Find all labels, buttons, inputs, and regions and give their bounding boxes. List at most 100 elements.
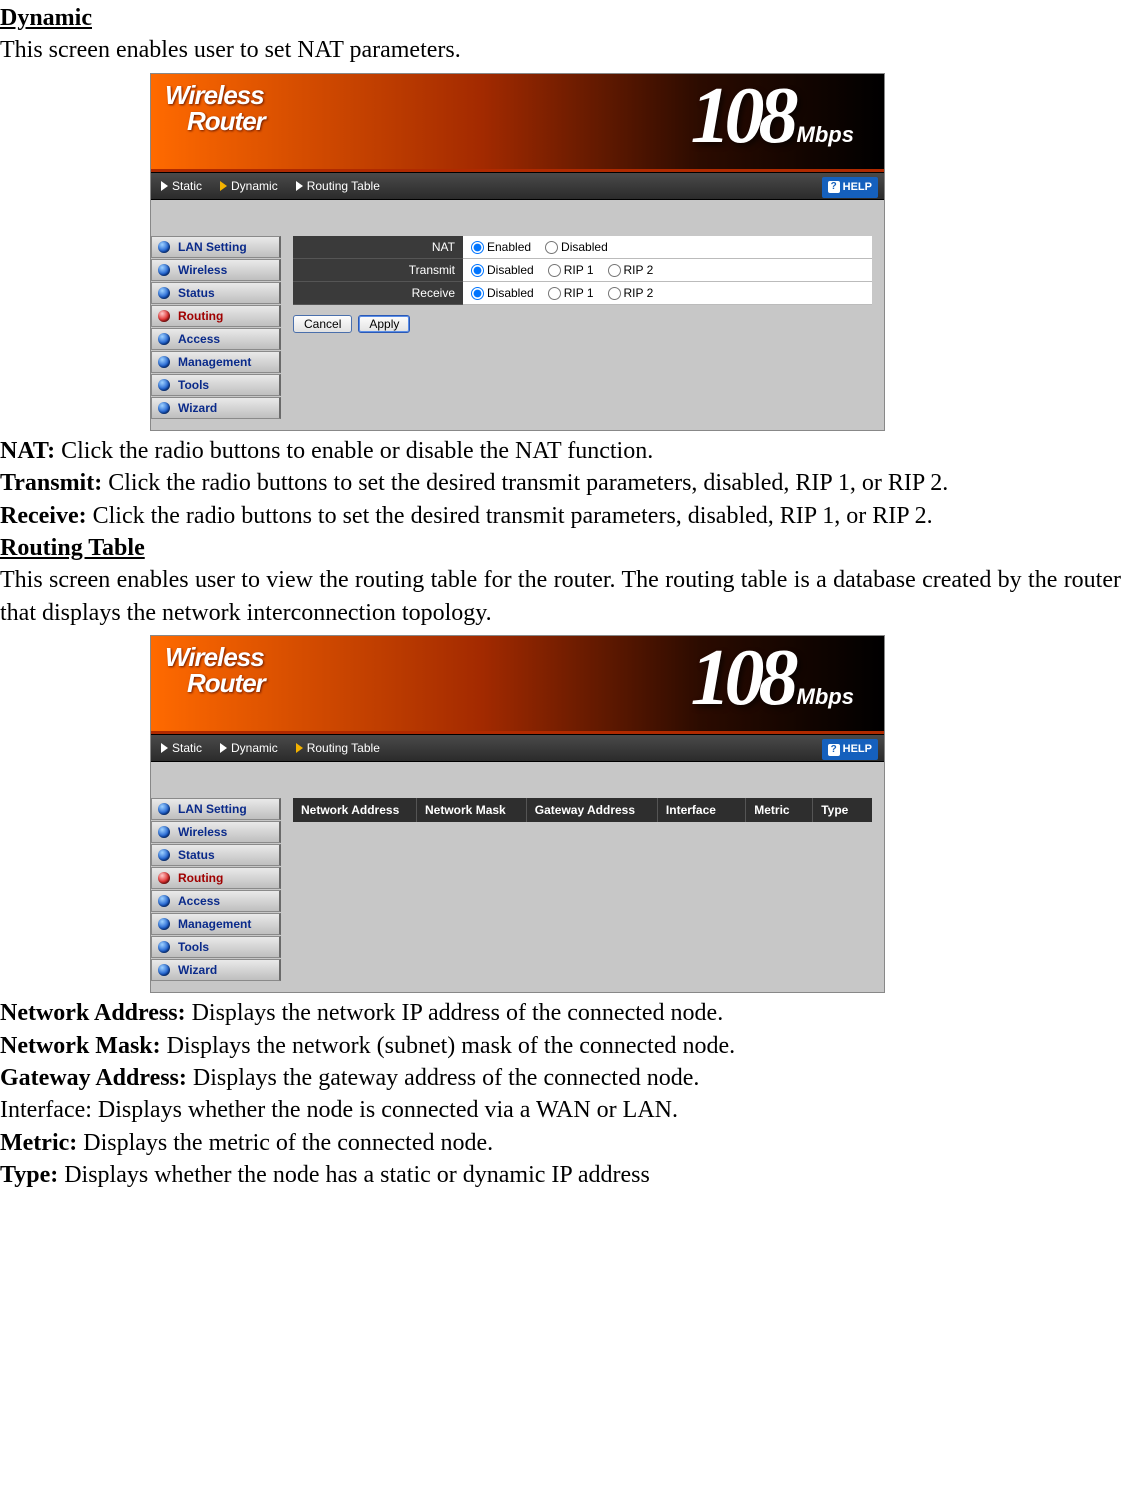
description-term: Type:	[0, 1162, 58, 1188]
sidebar-item-label: Wireless	[178, 262, 227, 278]
main-area-routing-table: Network AddressNetwork MaskGateway Addre…	[281, 762, 884, 992]
dynamic-form-table: NATEnabledDisabledTransmitDisabledRIP 1R…	[293, 236, 872, 306]
radio-option[interactable]: RIP 2	[608, 286, 654, 300]
radio-input[interactable]	[471, 241, 484, 254]
top-nav: Static Dynamic Routing Table ?HELP	[151, 172, 884, 200]
radio-input[interactable]	[471, 287, 484, 300]
top-nav: Static Dynamic Routing Table ?HELP	[151, 734, 884, 762]
bullet-icon	[158, 918, 170, 930]
button-row: Cancel Apply	[293, 315, 872, 333]
help-button[interactable]: ?HELP	[822, 739, 878, 760]
sidebar-item-access[interactable]: Access	[151, 328, 281, 350]
description-line: Transmit: Click the radio buttons to set…	[0, 467, 1121, 499]
sidebar-item-label: Status	[178, 847, 215, 863]
triangle-icon	[296, 181, 303, 191]
radio-option[interactable]: RIP 1	[548, 263, 594, 277]
sidebar-item-wireless[interactable]: Wireless	[151, 259, 281, 281]
tab-dynamic[interactable]: Dynamic	[220, 178, 278, 194]
speed-unit: Mbps	[797, 120, 854, 150]
router-logo: Wireless Router	[165, 644, 265, 696]
sidebar-item-routing[interactable]: Routing	[151, 305, 281, 327]
sidebar-item-status[interactable]: Status	[151, 844, 281, 866]
tab-label: Static	[172, 740, 202, 756]
column-header: Metric	[746, 798, 813, 822]
sidebar-item-wizard[interactable]: Wizard	[151, 959, 281, 981]
help-icon: ?	[828, 744, 840, 756]
main-area-dynamic: NATEnabledDisabledTransmitDisabledRIP 1R…	[281, 200, 884, 430]
sidebar-item-access[interactable]: Access	[151, 890, 281, 912]
radio-option[interactable]: Disabled	[471, 286, 534, 300]
sidebar-item-label: Access	[178, 893, 220, 909]
radio-input[interactable]	[471, 264, 484, 277]
description-line: Receive: Click the radio buttons to set …	[0, 500, 1121, 532]
sidebar-item-management[interactable]: Management	[151, 351, 281, 373]
description-line: Network Address: Displays the network IP…	[0, 997, 1121, 1029]
description-term: Network Mask:	[0, 1033, 161, 1059]
column-header: Interface	[658, 798, 746, 822]
description-term: Transmit:	[0, 470, 102, 496]
bullet-icon	[158, 964, 170, 976]
sidebar-item-status[interactable]: Status	[151, 282, 281, 304]
tab-routing-table[interactable]: Routing Table	[296, 178, 380, 194]
sidebar-item-label: Status	[178, 285, 215, 301]
radio-input[interactable]	[608, 264, 621, 277]
apply-button[interactable]: Apply	[358, 315, 410, 333]
radio-input[interactable]	[548, 287, 561, 300]
sidebar-item-label: Tools	[178, 939, 209, 955]
speed-number: 108	[691, 642, 793, 714]
bullet-icon	[158, 872, 170, 884]
help-button[interactable]: ?HELP	[822, 177, 878, 198]
sidebar-item-wireless[interactable]: Wireless	[151, 821, 281, 843]
tab-static[interactable]: Static	[161, 178, 202, 194]
sidebar-item-label: LAN Setting	[178, 239, 247, 255]
bullet-icon	[158, 826, 170, 838]
tab-label: Dynamic	[231, 740, 278, 756]
tab-static[interactable]: Static	[161, 740, 202, 756]
bullet-icon	[158, 941, 170, 953]
sidebar-item-lan-setting[interactable]: LAN Setting	[151, 236, 281, 258]
description-term: Gateway Address:	[0, 1065, 187, 1091]
description-line: Metric: Displays the metric of the conne…	[0, 1127, 1121, 1159]
bullet-icon	[158, 895, 170, 907]
column-header: Gateway Address	[527, 798, 658, 822]
tab-routing-table[interactable]: Routing Table	[296, 740, 380, 756]
column-header: Network Mask	[417, 798, 527, 822]
radio-option[interactable]: RIP 1	[548, 286, 594, 300]
bullet-icon	[158, 402, 170, 414]
radio-input[interactable]	[548, 264, 561, 277]
description-term: Receive:	[0, 503, 87, 529]
description-line: Type: Displays whether the node has a st…	[0, 1159, 1121, 1191]
bullet-icon	[158, 356, 170, 368]
logo-line1: Wireless	[165, 82, 265, 108]
sidebar-item-tools[interactable]: Tools	[151, 936, 281, 958]
column-header: Type	[813, 798, 872, 822]
speed-badge: 108 Mbps	[691, 80, 854, 152]
sidebar-item-management[interactable]: Management	[151, 913, 281, 935]
radio-option[interactable]: Disabled	[471, 263, 534, 277]
description-term: Network Address:	[0, 1000, 186, 1026]
form-controls-receive: Disabled RIP 1 RIP 2	[463, 282, 872, 305]
section-intro-routing-table: This screen enables user to view the rou…	[0, 564, 1121, 629]
sidebar-item-lan-setting[interactable]: LAN Setting	[151, 798, 281, 820]
radio-option[interactable]: Enabled	[471, 240, 531, 254]
tab-label: Static	[172, 178, 202, 194]
sidebar-item-label: Management	[178, 916, 251, 932]
tab-dynamic[interactable]: Dynamic	[220, 740, 278, 756]
form-controls-transmit: Disabled RIP 1 RIP 2	[463, 258, 872, 281]
bullet-icon	[158, 264, 170, 276]
cancel-button[interactable]: Cancel	[293, 315, 352, 333]
logo-line2: Router	[187, 108, 265, 134]
sidebar-item-label: LAN Setting	[178, 801, 247, 817]
radio-input[interactable]	[608, 287, 621, 300]
logo-line2: Router	[187, 670, 265, 696]
sidebar-item-routing[interactable]: Routing	[151, 867, 281, 889]
radio-input[interactable]	[545, 241, 558, 254]
radio-option[interactable]: Disabled	[545, 240, 608, 254]
sidebar-item-wizard[interactable]: Wizard	[151, 397, 281, 419]
bullet-icon	[158, 849, 170, 861]
sidebar-item-tools[interactable]: Tools	[151, 374, 281, 396]
sidebar: LAN Setting Wireless Status RoutingAccessMa…	[151, 200, 281, 430]
radio-option[interactable]: RIP 2	[608, 263, 654, 277]
triangle-icon	[220, 743, 227, 753]
triangle-icon	[296, 743, 303, 753]
